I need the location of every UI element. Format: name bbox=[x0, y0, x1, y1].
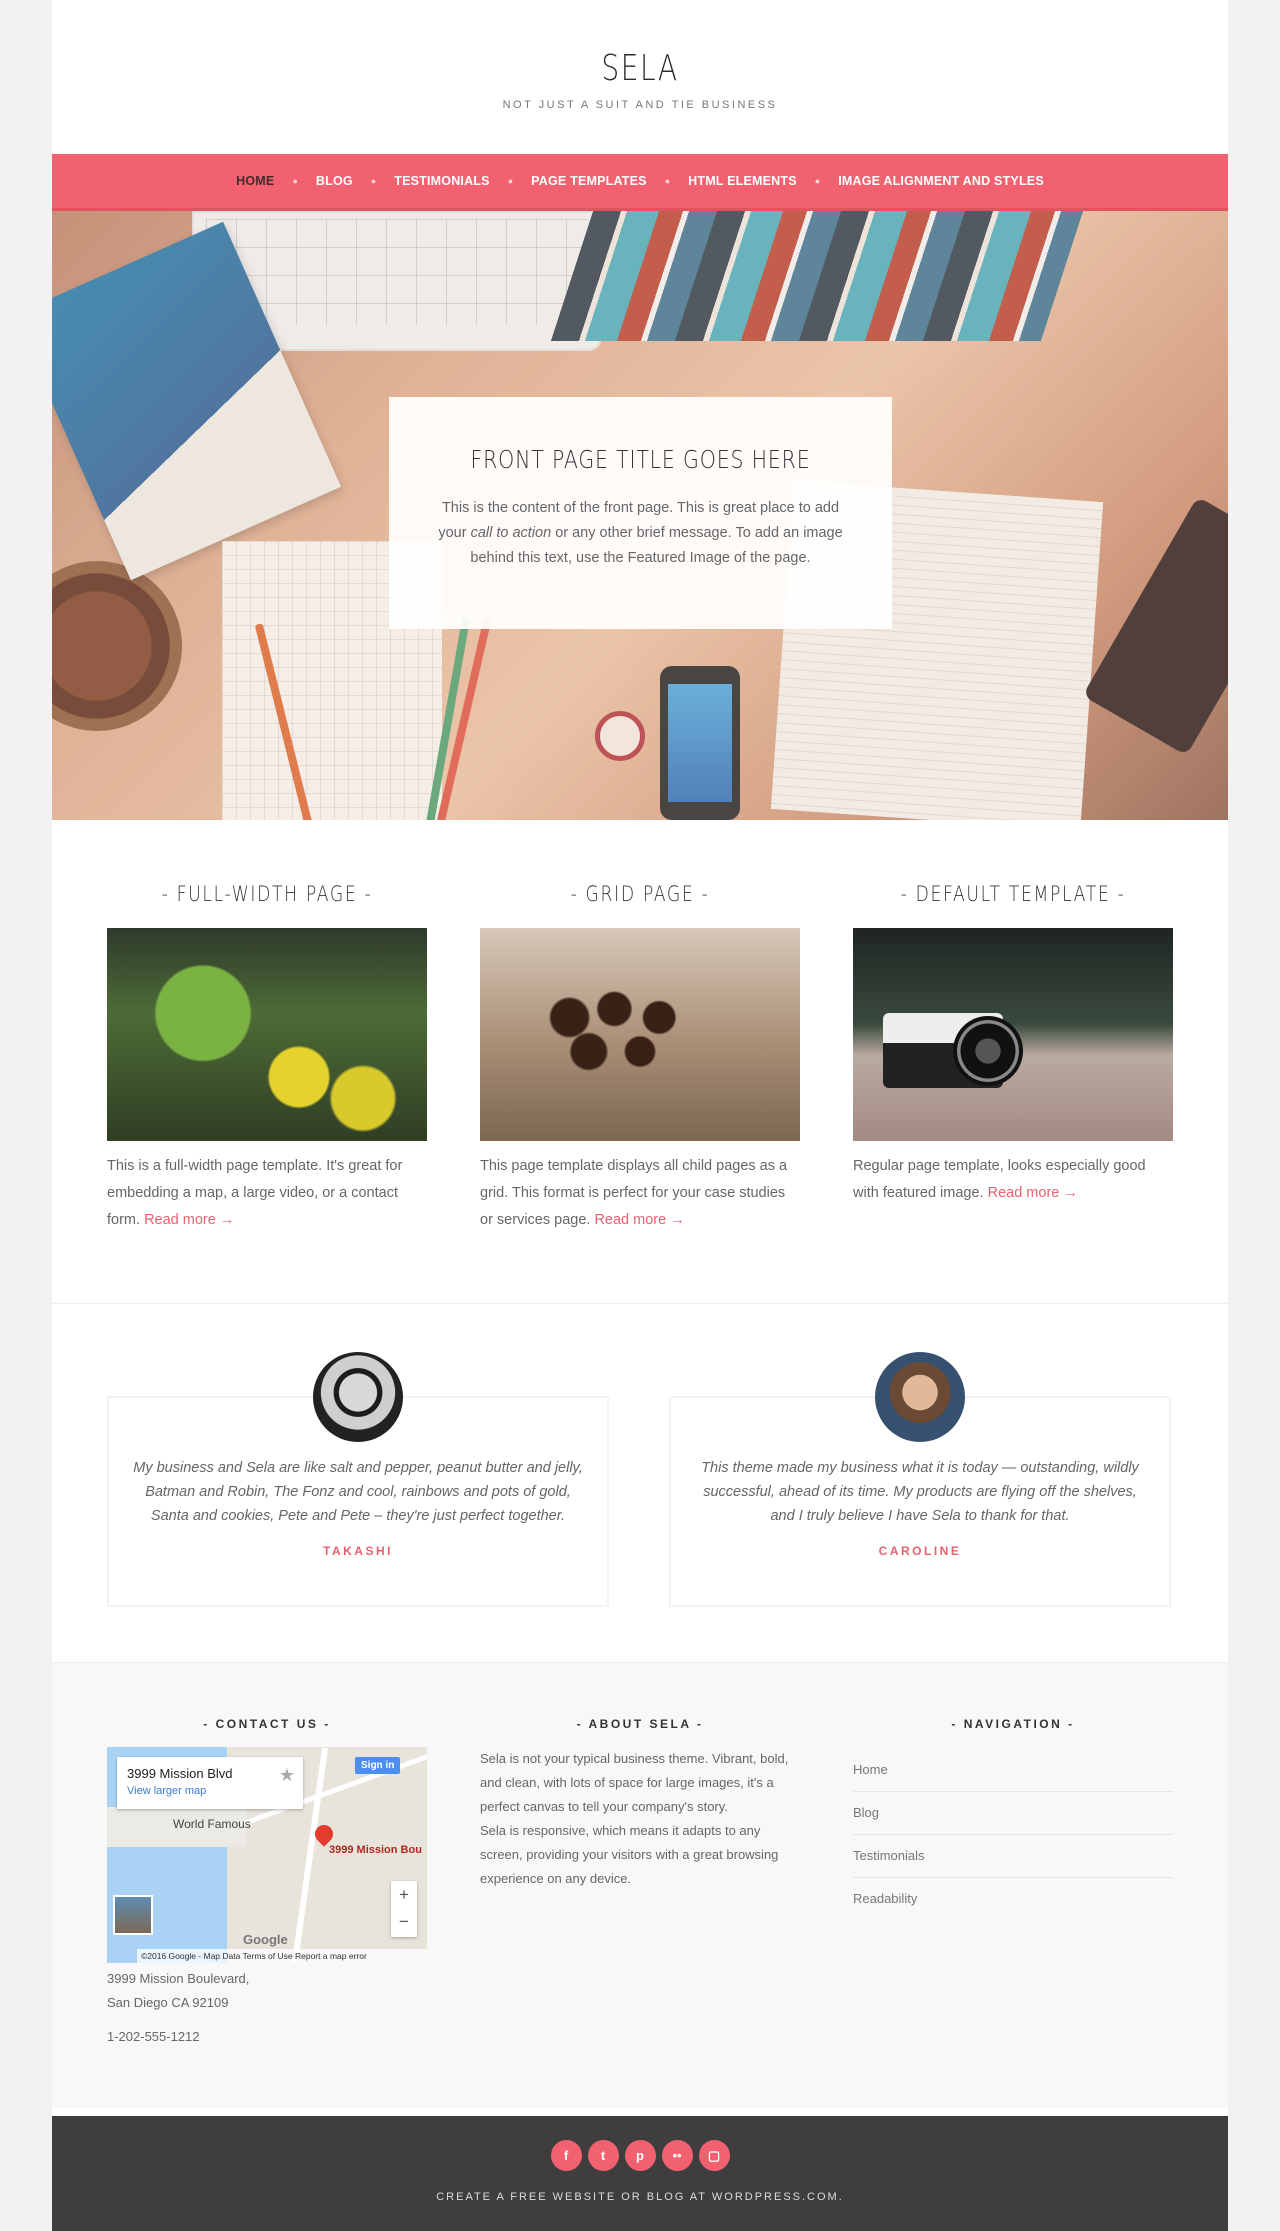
navigation-widget: - NAVIGATION - Home Blog Testimonials Re… bbox=[853, 1717, 1173, 1920]
feature-grid-page: - GRID PAGE - This page template display… bbox=[480, 882, 800, 1234]
map-address: 3999 Mission Blvd bbox=[127, 1766, 233, 1781]
footer-credit-link[interactable]: CREATE A FREE WEBSITE OR BLOG AT WORDPRE… bbox=[52, 2191, 1228, 2203]
map-sign-in-button[interactable]: Sign in bbox=[355, 1757, 401, 1774]
feature-title[interactable]: - FULL-WIDTH PAGE - bbox=[136, 882, 398, 906]
twitter-icon[interactable]: t bbox=[587, 2140, 619, 2171]
hero-call-to-action: call to action bbox=[470, 525, 552, 541]
nav-item-page-templates[interactable]: PAGE TEMPLATES bbox=[531, 174, 647, 188]
nav-separator: ● bbox=[814, 176, 821, 186]
widget-title: - NAVIGATION - bbox=[951, 1717, 1075, 1731]
nav-separator: ● bbox=[507, 176, 514, 186]
feature-full-width: - FULL-WIDTH PAGE - This is a full-width… bbox=[107, 882, 427, 1234]
widget-title: - CONTACT US - bbox=[203, 1717, 331, 1731]
avatar bbox=[875, 1352, 965, 1442]
feature-default-template: - DEFAULT TEMPLATE - Regular page templa… bbox=[853, 882, 1173, 1207]
feature-image-cupcakes[interactable] bbox=[480, 928, 800, 1141]
contact-phone: 1-202-555-1212 bbox=[107, 2029, 200, 2044]
page: SELA NOT JUST A SUIT AND TIE BUSINESS HO… bbox=[52, 0, 1228, 2231]
nav-separator: ● bbox=[370, 176, 377, 186]
testimonials-section: My business and Sela are like salt and p… bbox=[52, 1304, 1228, 1663]
hero-title: FRONT PAGE TITLE GOES HERE bbox=[470, 445, 811, 474]
map-info-card: 3999 Mission Blvd View larger map ★ bbox=[117, 1757, 303, 1809]
footer-nav-testimonials[interactable]: Testimonials bbox=[853, 1835, 1173, 1878]
site-footer: f t p •• ▢ CREATE A FREE WEBSITE OR BLOG… bbox=[52, 2116, 1228, 2231]
star-icon[interactable]: ★ bbox=[279, 1765, 295, 1786]
view-larger-map-link[interactable]: View larger map bbox=[127, 1785, 293, 1797]
nav-separator: ● bbox=[664, 176, 671, 186]
hero-section: FRONT PAGE TITLE GOES HERE This is the c… bbox=[52, 211, 1228, 820]
testimonial-quote: This theme made my business what it is t… bbox=[701, 1460, 1139, 1524]
google-map[interactable]: World Famous 3999 Mission Blvd View larg… bbox=[107, 1747, 427, 1963]
footer-nav-home[interactable]: Home bbox=[853, 1749, 1173, 1792]
features-section: - FULL-WIDTH PAGE - This is a full-width… bbox=[52, 820, 1228, 1304]
nav-item-home[interactable]: HOME bbox=[236, 174, 274, 188]
nav-item-html-elements[interactable]: HTML ELEMENTS bbox=[688, 174, 797, 188]
footer-widgets: - CONTACT US - World Famous 3999 Mission… bbox=[52, 1663, 1228, 2108]
zoom-in-button[interactable]: + bbox=[391, 1881, 417, 1908]
map-attribution: ©2016 Google - Map Data Terms of Use Rep… bbox=[137, 1949, 427, 1963]
read-more-link[interactable]: Read more → bbox=[594, 1212, 684, 1228]
map-pin-label: 3999 Mission Bou bbox=[329, 1844, 422, 1856]
main-navigation: HOME ● BLOG ● TESTIMONIALS ● PAGE TEMPLA… bbox=[52, 154, 1228, 211]
hero-text: This is the content of the front page. T… bbox=[438, 500, 843, 566]
pinterest-icon[interactable]: p bbox=[624, 2140, 656, 2171]
feature-image-flowers[interactable] bbox=[107, 928, 427, 1141]
testimonial-author: CAROLINE bbox=[878, 1544, 962, 1558]
flickr-icon[interactable]: •• bbox=[661, 2140, 693, 2171]
read-more-link[interactable]: Read more → bbox=[988, 1185, 1078, 1201]
testimonial-author: TAKASHI bbox=[323, 1544, 393, 1558]
testimonial-quote: My business and Sela are like salt and p… bbox=[133, 1460, 583, 1524]
nav-item-image-alignment[interactable]: IMAGE ALIGNMENT AND STYLES bbox=[838, 174, 1044, 188]
map-satellite-toggle[interactable] bbox=[113, 1895, 153, 1935]
instagram-icon[interactable]: ▢ bbox=[698, 2140, 730, 2171]
contact-address: 3999 Mission Boulevard, San Diego CA 921… bbox=[107, 1971, 250, 2010]
nav-item-testimonials[interactable]: TESTIMONIALS bbox=[394, 174, 489, 188]
feature-image-camera[interactable] bbox=[853, 928, 1173, 1141]
site-tagline: NOT JUST A SUIT AND TIE BUSINESS bbox=[502, 99, 778, 111]
footer-nav-blog[interactable]: Blog bbox=[853, 1792, 1173, 1835]
zoom-out-button[interactable]: − bbox=[391, 1908, 417, 1935]
read-more-link[interactable]: Read more → bbox=[144, 1212, 234, 1228]
facebook-icon[interactable]: f bbox=[550, 2140, 582, 2171]
avatar bbox=[313, 1352, 403, 1442]
google-logo: Google bbox=[243, 1932, 288, 1947]
map-place-label: World Famous bbox=[173, 1817, 251, 1831]
about-widget: - ABOUT SELA - Sela is not your typical … bbox=[480, 1717, 800, 1891]
about-text: Sela is not your typical business theme.… bbox=[480, 1751, 789, 1814]
site-title[interactable]: SELA bbox=[181, 48, 1098, 89]
nav-item-blog[interactable]: BLOG bbox=[316, 174, 353, 188]
feature-text: This page template displays all child pa… bbox=[480, 1158, 788, 1228]
feature-title[interactable]: - GRID PAGE - bbox=[509, 882, 771, 906]
social-links: f t p •• ▢ bbox=[52, 2116, 1228, 2171]
hero-content-box: FRONT PAGE TITLE GOES HERE This is the c… bbox=[389, 397, 892, 629]
site-header: SELA NOT JUST A SUIT AND TIE BUSINESS bbox=[52, 0, 1228, 154]
testimonial-card: My business and Sela are like salt and p… bbox=[107, 1352, 609, 1607]
nav-separator: ● bbox=[292, 176, 298, 186]
map-zoom-control: + − bbox=[391, 1881, 417, 1937]
feature-text: Regular page template, looks especially … bbox=[853, 1158, 1146, 1201]
contact-widget: - CONTACT US - World Famous 3999 Mission… bbox=[107, 1717, 427, 2044]
testimonial-card: This theme made my business what it is t… bbox=[669, 1352, 1171, 1607]
feature-text: This is a full-width page template. It's… bbox=[107, 1158, 403, 1228]
about-text: Sela is responsive, which means it adapt… bbox=[480, 1823, 779, 1886]
widget-title: - ABOUT SELA - bbox=[576, 1717, 704, 1731]
footer-nav-list: Home Blog Testimonials Readability bbox=[853, 1749, 1173, 1920]
footer-nav-readability[interactable]: Readability bbox=[853, 1878, 1173, 1920]
feature-title[interactable]: - DEFAULT TEMPLATE - bbox=[882, 882, 1144, 906]
